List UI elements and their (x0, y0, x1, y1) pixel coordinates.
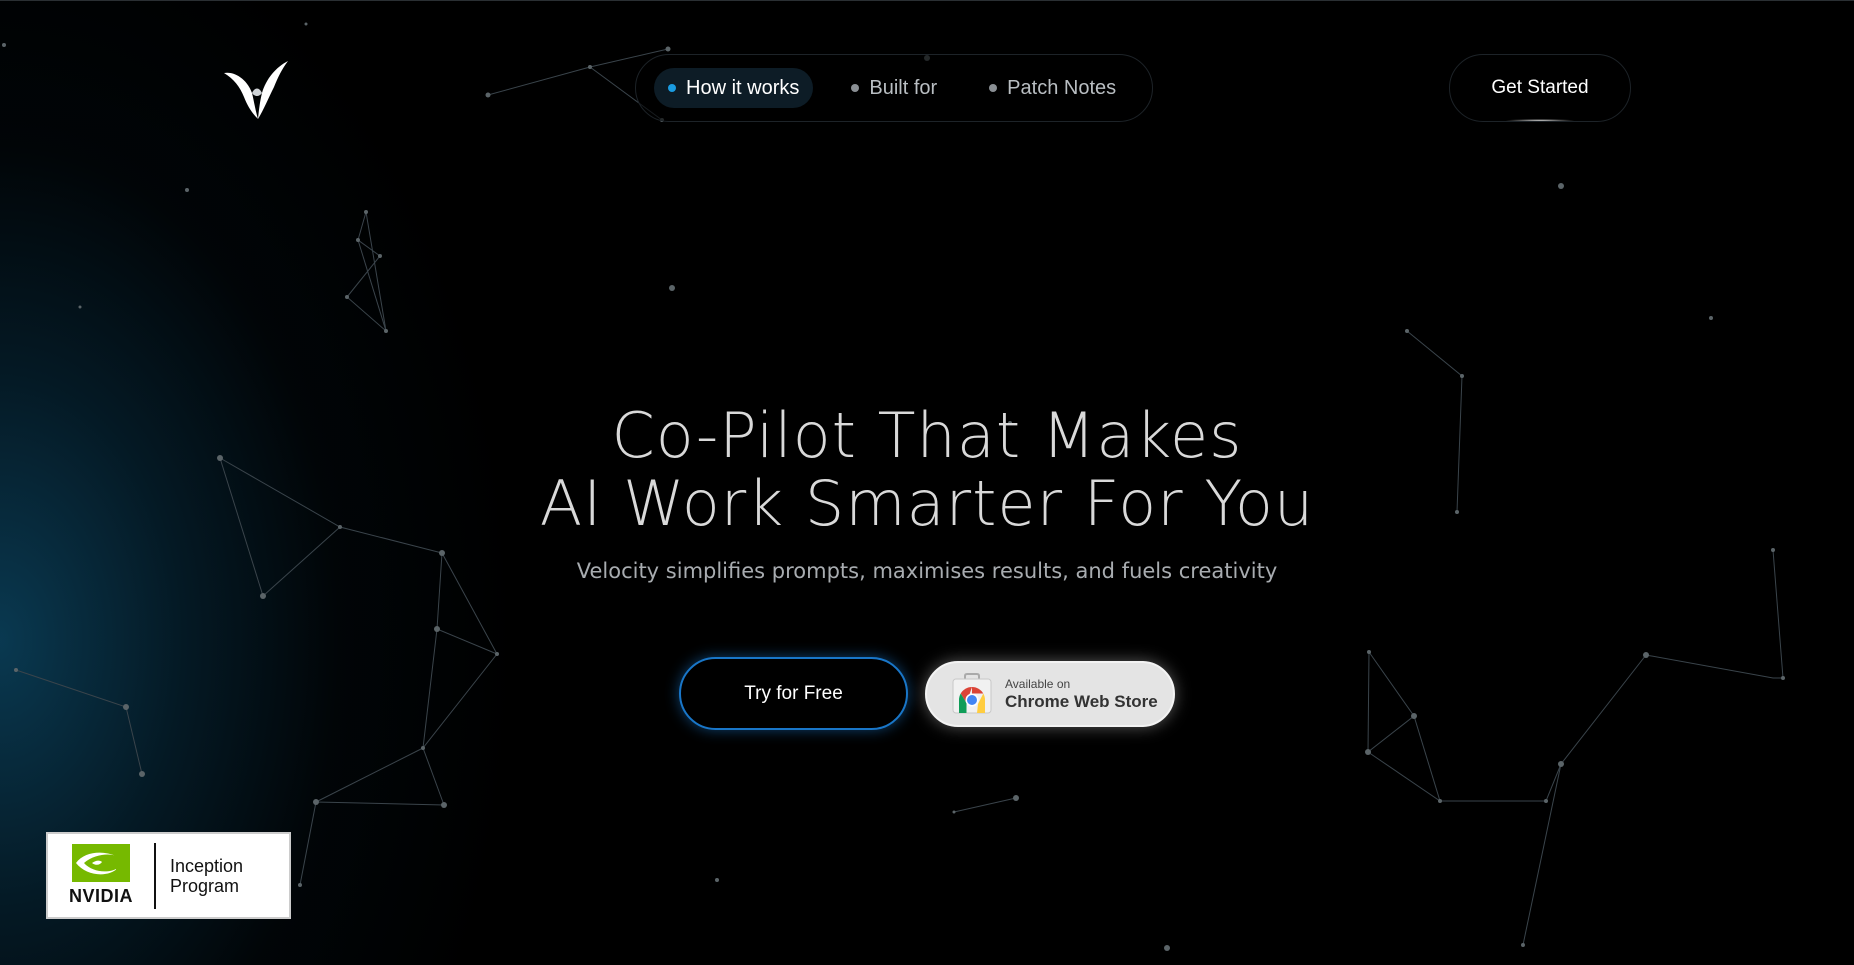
hero-title: Co-Pilot That Makes AI Work Smarter For … (0, 402, 1854, 538)
get-started-button[interactable]: Get Started (1449, 54, 1631, 122)
nvidia-eye-icon (72, 844, 130, 882)
nvidia-inception-badge[interactable]: NVIDIA Inception Program (46, 832, 291, 919)
dot-icon (851, 84, 860, 92)
try-for-free-label: Try for Free (744, 682, 843, 704)
badge-text: Inception Program (156, 856, 243, 896)
nav-label: Built for (869, 76, 938, 99)
nvidia-logo: NVIDIA (48, 834, 154, 917)
store-small-label: Available on (1005, 676, 1071, 691)
hero-title-line-1: Co-Pilot That Makes (611, 399, 1243, 472)
dot-icon (989, 84, 998, 92)
hero-subtitle: Velocity simplifies prompts, maximises r… (576, 559, 1278, 583)
nav-built-for[interactable]: Built for (837, 68, 951, 108)
badge-line-2: Program (170, 875, 240, 896)
nav-label: How it works (686, 76, 800, 99)
hero-title-line-2: AI Work Smarter For You (539, 467, 1315, 540)
nvidia-wordmark: NVIDIA (68, 886, 133, 906)
active-dot-icon (668, 84, 676, 92)
velocity-bird-logo[interactable] (222, 57, 288, 121)
chrome-web-store-icon (952, 673, 992, 714)
store-text: Available on Chrome Web Store (1005, 677, 1158, 712)
try-for-free-button[interactable]: Try for Free (679, 657, 908, 730)
nav-how-it-works[interactable]: How it works (654, 68, 814, 108)
nav-patch-notes[interactable]: Patch Notes (975, 68, 1130, 108)
nav-label: Patch Notes (1007, 76, 1117, 99)
chrome-web-store-button[interactable]: Available on Chrome Web Store (925, 661, 1175, 727)
get-started-label: Get Started (1491, 77, 1589, 98)
main-nav: How it works Built for Patch Notes (635, 54, 1153, 122)
badge-line-1: Inception (170, 855, 244, 876)
store-big-label: Chrome Web Store (1005, 691, 1158, 711)
button-glow (1505, 119, 1575, 121)
